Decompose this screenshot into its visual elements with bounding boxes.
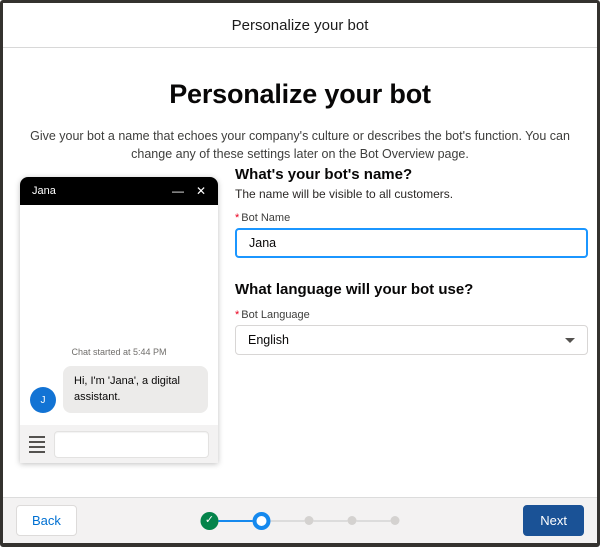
- bot-language-value: English: [248, 333, 289, 347]
- next-button[interactable]: Next: [523, 505, 584, 536]
- bot-language-select[interactable]: English: [235, 325, 588, 355]
- dialog-title: Personalize your bot: [231, 16, 369, 34]
- bot-settings-form: What's your bot's name? The name will be…: [235, 166, 588, 355]
- progress-step-4-incomplete: [347, 516, 357, 525]
- progress-step-3-incomplete: [304, 516, 314, 525]
- progress-step-2-active: [252, 511, 271, 530]
- menu-icon: [29, 435, 45, 453]
- chat-preview-header: Jana — ✕: [20, 177, 218, 205]
- personalize-bot-dialog: Personalize your bot Personalize your bo…: [0, 0, 600, 547]
- bot-language-label-text: Bot Language: [241, 309, 310, 321]
- chevron-down-icon: [565, 337, 575, 343]
- bot-name-label: * Bot Name: [235, 212, 588, 224]
- bot-name-input[interactable]: [235, 228, 588, 258]
- bot-name-label-text: Bot Name: [241, 212, 291, 224]
- chat-message-row: J Hi, I'm 'Jana', a digital assistant.: [30, 366, 208, 413]
- progress-connector: [313, 519, 348, 522]
- progress-step-5-incomplete: [390, 516, 400, 525]
- bot-message-bubble: Hi, I'm 'Jana', a digital assistant.: [63, 366, 208, 413]
- progress-connector: [270, 519, 305, 522]
- required-asterisk: *: [235, 309, 240, 321]
- bot-language-heading: What language will your bot use?: [235, 281, 474, 298]
- page-title: Personalize your bot: [169, 79, 431, 109]
- progress-connector: [218, 519, 253, 522]
- wizard-footer: Back ✓ Next: [3, 497, 597, 543]
- chat-preview-widget: Jana — ✕ Chat started at 5:44 PM J Hi, I…: [20, 177, 218, 463]
- progress-indicator: ✓: [200, 511, 400, 530]
- back-button[interactable]: Back: [16, 505, 77, 536]
- bot-language-label: * Bot Language: [235, 309, 588, 321]
- chat-bot-name: Jana: [32, 185, 56, 197]
- chat-preview-footer: [20, 425, 218, 463]
- chat-preview-body: Chat started at 5:44 PM J Hi, I'm 'Jana'…: [20, 205, 218, 425]
- required-asterisk: *: [235, 212, 240, 224]
- bot-name-heading: What's your bot's name?: [235, 166, 413, 183]
- bot-name-description: The name will be visible to all customer…: [235, 187, 454, 201]
- chat-window-controls: — ✕: [172, 185, 206, 197]
- bot-avatar: J: [30, 387, 56, 413]
- dialog-title-bar: Personalize your bot: [3, 3, 597, 48]
- progress-step-1-complete: ✓: [200, 511, 219, 530]
- minimize-icon: —: [171, 184, 184, 198]
- page-subtitle: Give your bot a name that echoes your co…: [30, 128, 570, 161]
- chat-message-input: [54, 430, 209, 458]
- chat-started-status: Chat started at 5:44 PM: [71, 347, 167, 358]
- close-icon: ✕: [195, 184, 206, 198]
- progress-connector: [356, 519, 391, 522]
